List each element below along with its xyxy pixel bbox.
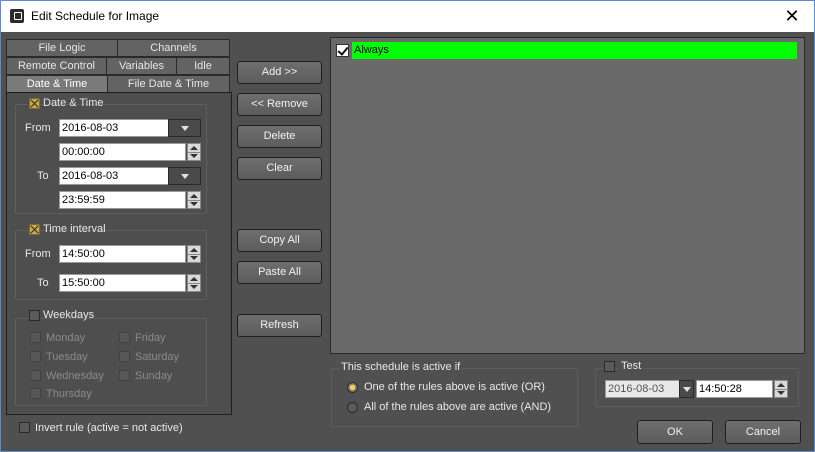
from-time-input[interactable]: 00:00:00 (59, 143, 186, 161)
tuesday-checkbox[interactable] (30, 351, 41, 362)
friday-checkbox[interactable] (119, 332, 130, 343)
tab-file-logic[interactable]: File Logic (6, 39, 118, 57)
close-icon[interactable]: ✕ (770, 1, 814, 32)
interval-from-label: From (25, 248, 51, 260)
remove-button[interactable]: << Remove (237, 93, 322, 116)
invert-rule-label: Invert rule (active = not active) (35, 422, 183, 434)
copy-all-button[interactable]: Copy All (237, 229, 322, 252)
weekdays-checkbox[interactable] (29, 310, 40, 321)
app-icon (10, 9, 24, 23)
saturday-checkbox[interactable] (119, 351, 130, 362)
test-time-input[interactable]: 14:50:28 (696, 380, 773, 398)
test-checkbox[interactable] (604, 361, 615, 372)
monday-label: Monday (46, 332, 86, 344)
ok-button[interactable]: OK (637, 420, 713, 444)
date-time-label: Date & Time (43, 97, 104, 109)
date-time-checkbox[interactable] (29, 98, 40, 109)
sunday-checkbox[interactable] (119, 370, 130, 381)
active-if-group (331, 368, 578, 427)
thursday-label: Thursday (46, 388, 92, 400)
rules-list[interactable]: Always (330, 37, 805, 354)
test-time-spinner[interactable] (774, 380, 788, 398)
window-title: Edit Schedule for Image (31, 9, 160, 23)
edit-schedule-dialog: Edit Schedule for Image ✕ File Logic Cha… (0, 0, 815, 452)
active-if-label: This schedule is active if (339, 361, 463, 373)
test-date-input[interactable]: 2016-08-03 (605, 380, 680, 398)
clear-button[interactable]: Clear (237, 157, 322, 180)
title-bar: Edit Schedule for Image ✕ (1, 1, 814, 32)
rule-label: Always (352, 42, 797, 59)
tuesday-label: Tuesday (46, 351, 88, 363)
refresh-button[interactable]: Refresh (237, 314, 322, 337)
to-label: To (37, 170, 49, 182)
add-button[interactable]: Add >> (237, 61, 322, 84)
tab-channels[interactable]: Channels (117, 39, 230, 57)
weekdays-label: Weekdays (43, 309, 95, 321)
time-interval-label: Time interval (43, 223, 106, 235)
interval-to-label: To (37, 277, 49, 289)
to-time-spinner[interactable] (187, 191, 201, 209)
test-date-dropdown-icon[interactable] (679, 380, 694, 398)
delete-button[interactable]: Delete (237, 125, 322, 148)
or-radio[interactable] (347, 382, 358, 393)
cancel-button[interactable]: Cancel (725, 420, 801, 444)
and-radio[interactable] (347, 402, 358, 413)
or-option-label: One of the rules above is active (OR) (364, 381, 545, 393)
wednesday-checkbox[interactable] (30, 370, 41, 381)
friday-label: Friday (135, 332, 166, 344)
wednesday-label: Wednesday (46, 370, 104, 382)
and-option-label: All of the rules above are active (AND) (364, 401, 552, 413)
interval-from-input[interactable]: 14:50:00 (59, 245, 186, 263)
saturday-label: Saturday (135, 351, 180, 363)
to-date-dropdown-icon[interactable] (168, 167, 201, 185)
interval-to-input[interactable]: 15:50:00 (59, 274, 186, 292)
tab-remote-control[interactable]: Remote Control (6, 57, 107, 75)
spin-down-icon[interactable] (188, 200, 200, 208)
interval-to-spinner[interactable] (187, 274, 201, 292)
invert-rule-checkbox[interactable] (19, 422, 30, 433)
rule-checkbox[interactable] (336, 44, 349, 57)
thursday-checkbox[interactable] (30, 388, 41, 399)
spin-down-icon[interactable] (188, 254, 200, 262)
interval-from-spinner[interactable] (187, 245, 201, 263)
from-time-spinner[interactable] (187, 143, 201, 161)
to-time-input[interactable]: 23:59:59 (59, 191, 186, 209)
to-date-input[interactable]: 2016-08-03 (59, 167, 169, 185)
from-label: From (25, 122, 51, 134)
tab-idle[interactable]: Idle (176, 57, 230, 75)
list-item[interactable]: Always (336, 42, 798, 59)
tab-variables[interactable]: Variables (106, 57, 177, 75)
test-label: Test (619, 360, 644, 372)
from-date-dropdown-icon[interactable] (168, 119, 201, 137)
sunday-label: Sunday (135, 370, 173, 382)
paste-all-button[interactable]: Paste All (237, 261, 322, 284)
spin-down-icon[interactable] (775, 389, 787, 397)
from-date-input[interactable]: 2016-08-03 (59, 119, 169, 137)
spin-down-icon[interactable] (188, 283, 200, 291)
tab-file-date-time[interactable]: File Date & Time (107, 75, 230, 93)
spin-down-icon[interactable] (188, 152, 200, 160)
time-interval-checkbox[interactable] (29, 224, 40, 235)
monday-checkbox[interactable] (30, 332, 41, 343)
